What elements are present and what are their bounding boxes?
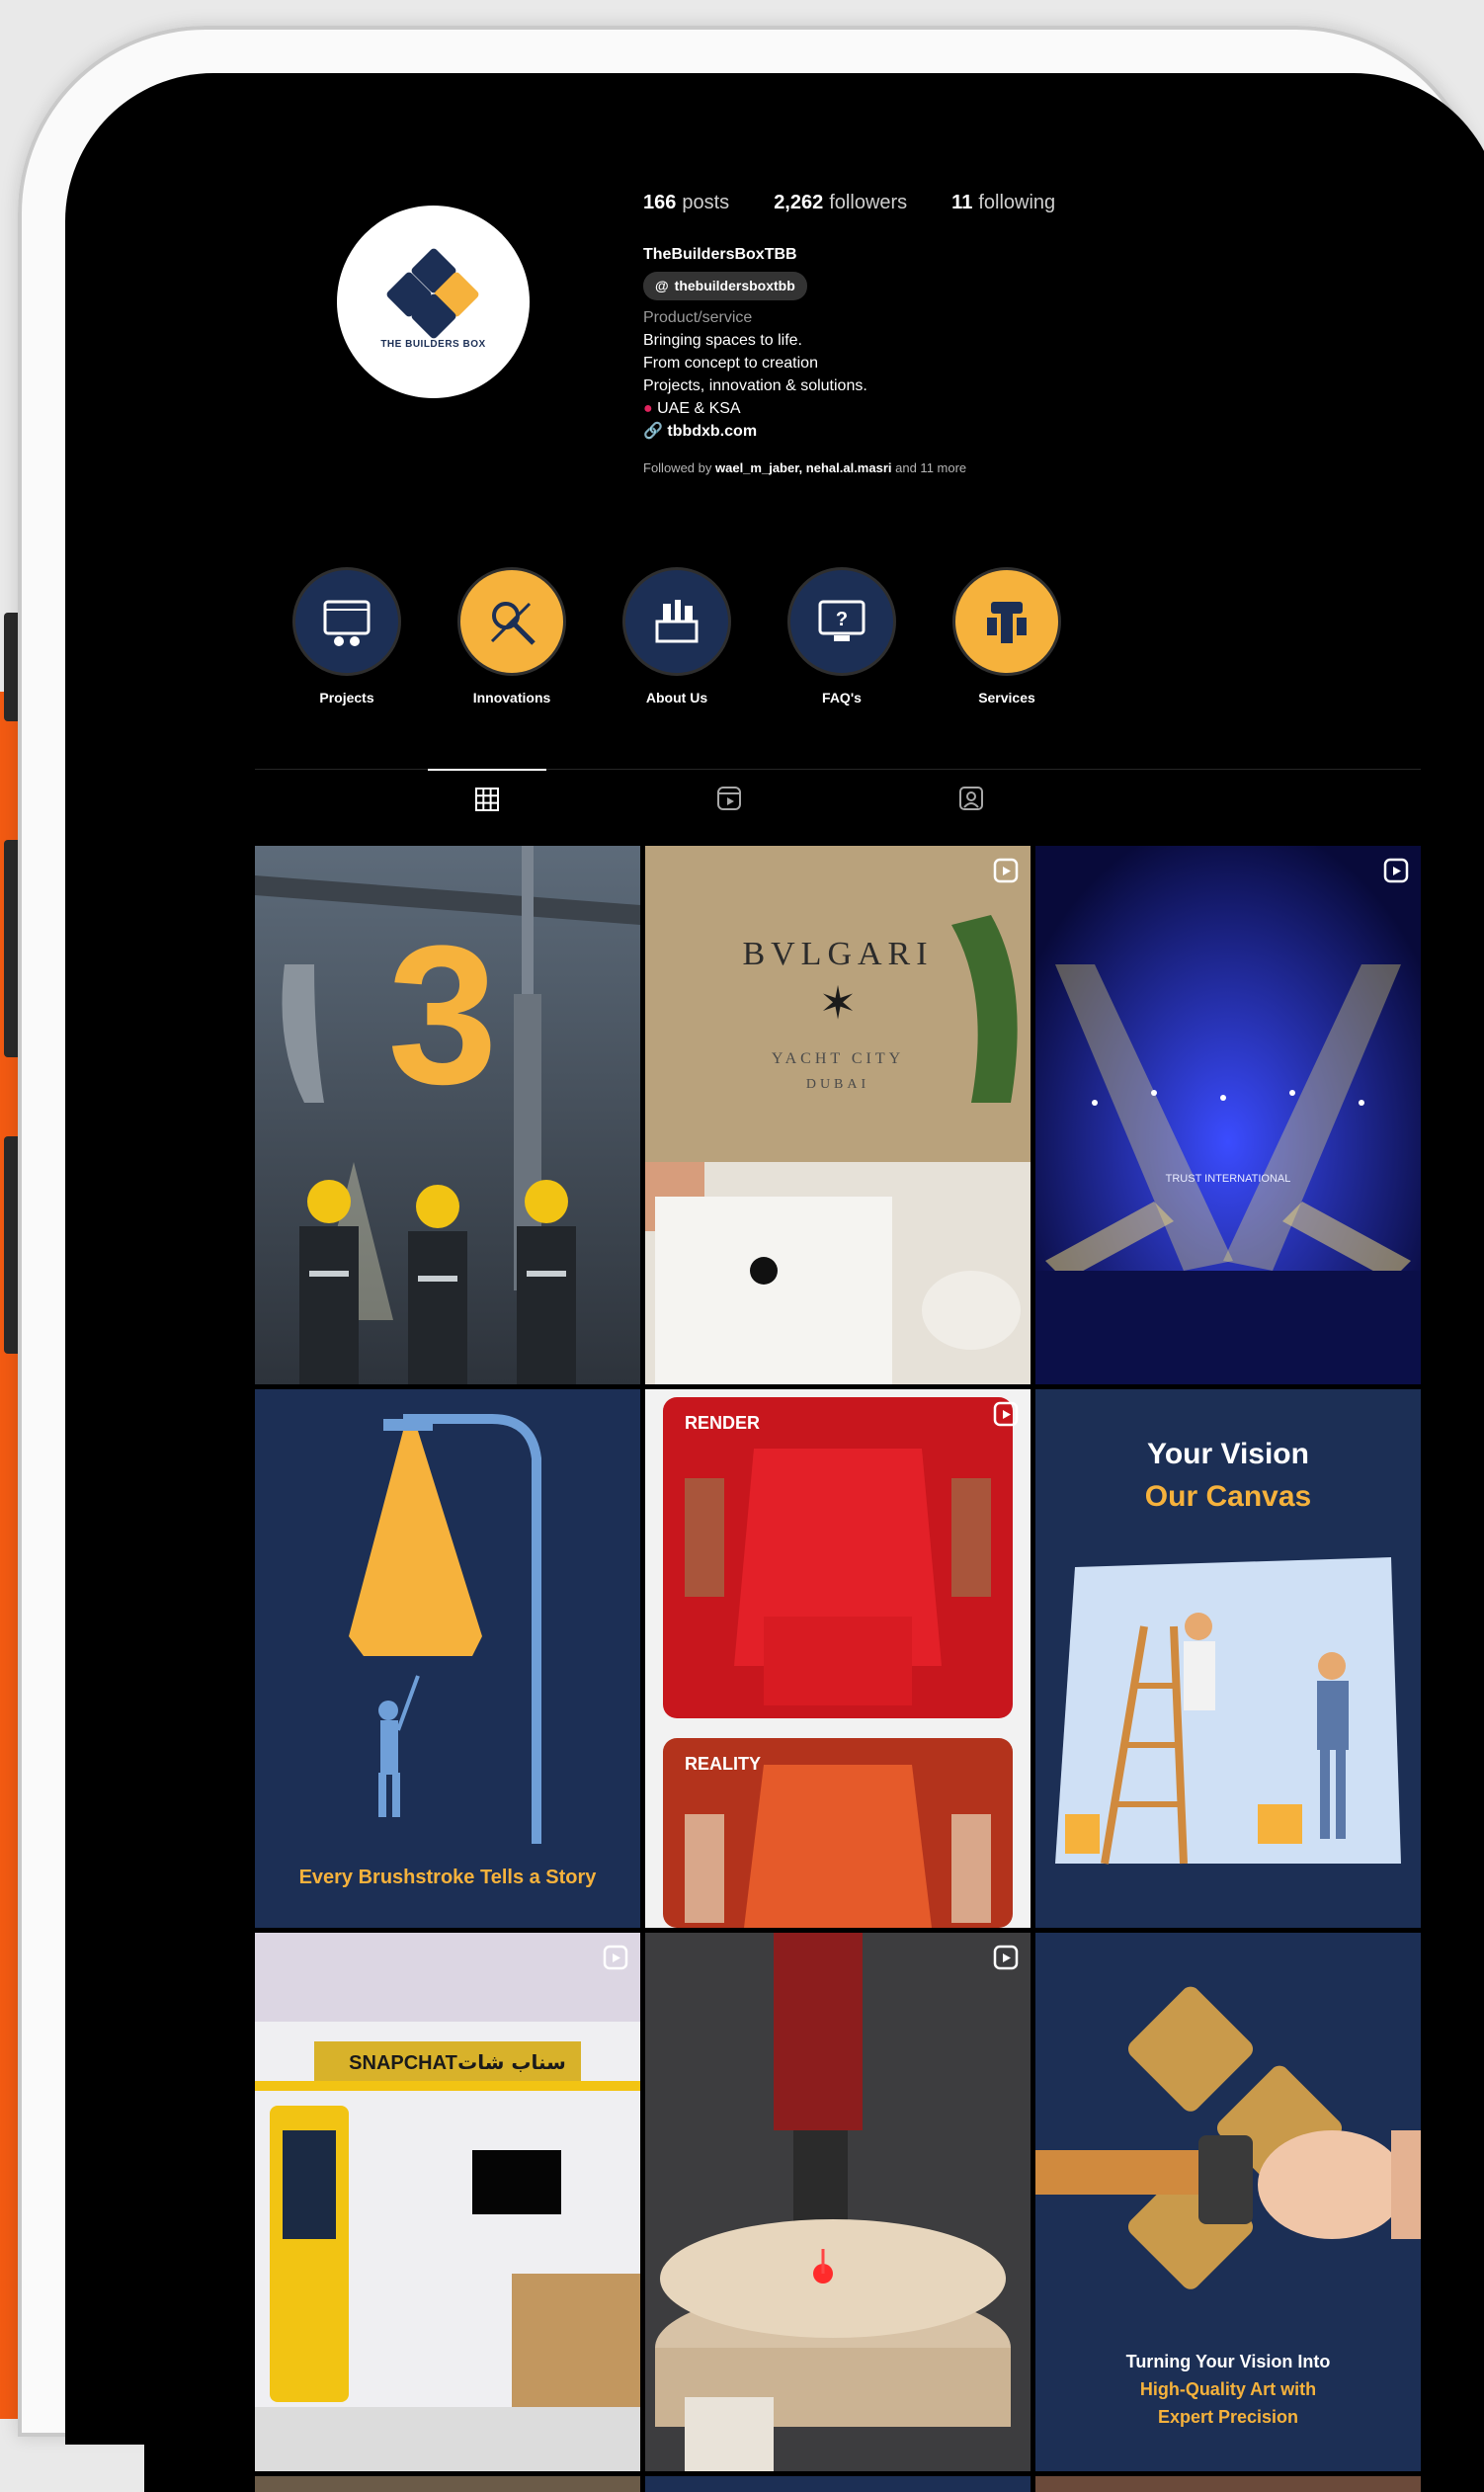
- reel-icon: [993, 1945, 1019, 1970]
- highlight-innovations[interactable]: Innovations: [453, 567, 571, 706]
- brushstroke-streetlamp-image: Every Brushstroke Tells a Story: [255, 1389, 640, 1928]
- concert-stage-image: TRUST INTERNATIONAL: [1035, 846, 1421, 1384]
- dubai-sign: DUBAI: [806, 1077, 869, 1092]
- post-thumbnail-peek[interactable]: [1035, 2476, 1421, 2492]
- post-thumbnail-peek[interactable]: [645, 2476, 1031, 2492]
- highlight-label: Innovations: [472, 690, 551, 706]
- bvlgari-sign: BVLGARI: [742, 936, 933, 972]
- post-thumbnail[interactable]: Every Brushstroke Tells a Story: [255, 1389, 640, 1928]
- posts-count-stat: 166 posts: [643, 192, 730, 213]
- highlight-label: About Us: [645, 690, 708, 706]
- bio-line: Bringing spaces to life.: [643, 332, 802, 349]
- workers-3-image: 3: [255, 846, 640, 1384]
- reality-label: REALITY: [685, 1754, 761, 1774]
- highlight-ring: [292, 567, 401, 676]
- posts-grid-tab[interactable]: [428, 769, 546, 828]
- grid-icon: [475, 788, 499, 811]
- highlight-faq[interactable]: ? FAQ's: [783, 567, 901, 706]
- stage-text: TRUST INTERNATIONAL: [1166, 1173, 1291, 1185]
- profile-tab-bar: [255, 769, 1421, 829]
- instagram-profile-screen: THE BUILDERS BOX 166 posts 2,262 followers…: [144, 154, 1484, 2492]
- post-thumbnail[interactable]: RENDER REALITY: [645, 1389, 1031, 1928]
- highlight-label: Projects: [319, 690, 374, 706]
- reels-icon: [717, 787, 741, 810]
- tagged-icon: [959, 787, 983, 810]
- highlight-label: Services: [978, 690, 1035, 706]
- threads-handle-badge[interactable]: @ thebuildersboxtbb: [643, 272, 807, 300]
- following-stat[interactable]: 11 following: [951, 192, 1055, 214]
- vision-line-2: Our Canvas: [1145, 1480, 1311, 1513]
- services-icon: [987, 602, 1027, 643]
- about-us-icon: [655, 600, 699, 643]
- your-vision-painters-image: Your Vision Our Canvas: [1035, 1389, 1421, 1928]
- post-thumbnail[interactable]: SNAPCHAT سناب شات: [255, 1933, 640, 2471]
- turning-vision-image: Turning Your Vision Into High-Quality Ar…: [1035, 1933, 1421, 2471]
- highlight-label: FAQ's: [822, 690, 862, 706]
- profile-stats: 166 posts 2,262 followers 11 following: [643, 192, 1055, 214]
- posts-grid: 3 BVLGARI ✶ YACHT CITY DUBAI TRUST INTER…: [255, 846, 1421, 2471]
- tagged-tab[interactable]: [912, 770, 1031, 827]
- threads-handle-text: thebuildersboxtbb: [674, 278, 795, 293]
- highlight-services[interactable]: Services: [948, 567, 1066, 706]
- followers-stat[interactable]: 2,262 followers: [774, 192, 907, 214]
- reel-icon: [993, 1401, 1019, 1427]
- laser-engraving-image: [645, 1933, 1031, 2471]
- svg-text:?: ?: [836, 609, 848, 630]
- highlight-ring: [457, 567, 566, 676]
- highlight-ring: [952, 567, 1061, 676]
- reel-icon: [1383, 858, 1409, 883]
- bvlgari-wall-image: BVLGARI ✶ YACHT CITY DUBAI: [645, 846, 1031, 1384]
- highlight-projects[interactable]: Projects: [288, 567, 406, 706]
- yacht-city-sign: YACHT CITY: [772, 1050, 904, 1067]
- pin-icon: ●: [643, 400, 653, 417]
- post-thumbnail-peek[interactable]: [255, 2476, 640, 2492]
- profile-category: Product/service: [643, 309, 753, 326]
- phone-bezel: THE BUILDERS BOX 166 posts 2,262 followers…: [65, 73, 1484, 2492]
- post-thumbnail[interactable]: TRUST INTERNATIONAL: [1035, 846, 1421, 1384]
- profile-bio: TheBuildersBoxTBB @ thebuildersboxtbb Pr…: [643, 243, 1196, 479]
- link-icon: 🔗: [643, 423, 663, 440]
- render-reality-image: RENDER REALITY: [645, 1389, 1031, 1928]
- profile-avatar[interactable]: THE BUILDERS BOX: [337, 206, 530, 398]
- followed-by-text[interactable]: Followed by wael_m_jaber, nehal.al.masri…: [643, 457, 1196, 479]
- post-thumbnail[interactable]: 3: [255, 846, 640, 1384]
- phone-frame: THE BUILDERS BOX 166 posts 2,262 followers…: [18, 26, 1484, 2492]
- big-number-text: 3: [387, 905, 497, 1125]
- profile-username: TheBuildersBoxTBB: [643, 246, 797, 263]
- turning-vision-caption-2: High-Quality Art with: [1140, 2379, 1316, 2399]
- highlight-about-us[interactable]: About Us: [618, 567, 736, 706]
- reel-icon: [993, 858, 1019, 883]
- highlight-ring: [622, 567, 731, 676]
- bio-line: Projects, innovation & solutions.: [643, 377, 867, 394]
- projects-icon: [323, 600, 371, 646]
- turning-vision-caption-3: Expert Precision: [1158, 2407, 1298, 2427]
- builders-box-logo: [384, 246, 483, 341]
- bio-line: From concept to creation: [643, 355, 818, 372]
- reel-icon: [603, 1945, 628, 1970]
- next-row-thumbnails-peek: [255, 2476, 1421, 2492]
- brushstroke-caption: Every Brushstroke Tells a Story: [299, 1867, 598, 1888]
- vision-line-1: Your Vision: [1147, 1438, 1309, 1470]
- threads-icon: @: [655, 278, 669, 293]
- location-line: ● UAE & KSA: [643, 400, 741, 417]
- snapchat-sign: SNAPCHAT: [349, 2052, 457, 2074]
- turning-vision-caption-1: Turning Your Vision Into: [1126, 2352, 1331, 2371]
- snapchat-booth-image: SNAPCHAT سناب شات: [255, 1933, 640, 2471]
- post-thumbnail[interactable]: [645, 1933, 1031, 2471]
- render-label: RENDER: [685, 1413, 760, 1433]
- highlight-ring: ?: [787, 567, 896, 676]
- snapchat-arabic-sign: سناب شات: [457, 2050, 566, 2074]
- svg-text:✶: ✶: [819, 977, 858, 1029]
- reels-tab[interactable]: [670, 770, 788, 827]
- website-link[interactable]: 🔗 tbbdxb.com: [643, 420, 1196, 443]
- faq-icon: ?: [818, 600, 866, 641]
- post-thumbnail[interactable]: Turning Your Vision Into High-Quality Ar…: [1035, 1933, 1421, 2471]
- post-thumbnail[interactable]: Your Vision Our Canvas: [1035, 1389, 1421, 1928]
- post-thumbnail[interactable]: BVLGARI ✶ YACHT CITY DUBAI: [645, 846, 1031, 1384]
- avatar-logo-text: THE BUILDERS BOX: [380, 339, 486, 350]
- innovations-icon: [490, 602, 536, 645]
